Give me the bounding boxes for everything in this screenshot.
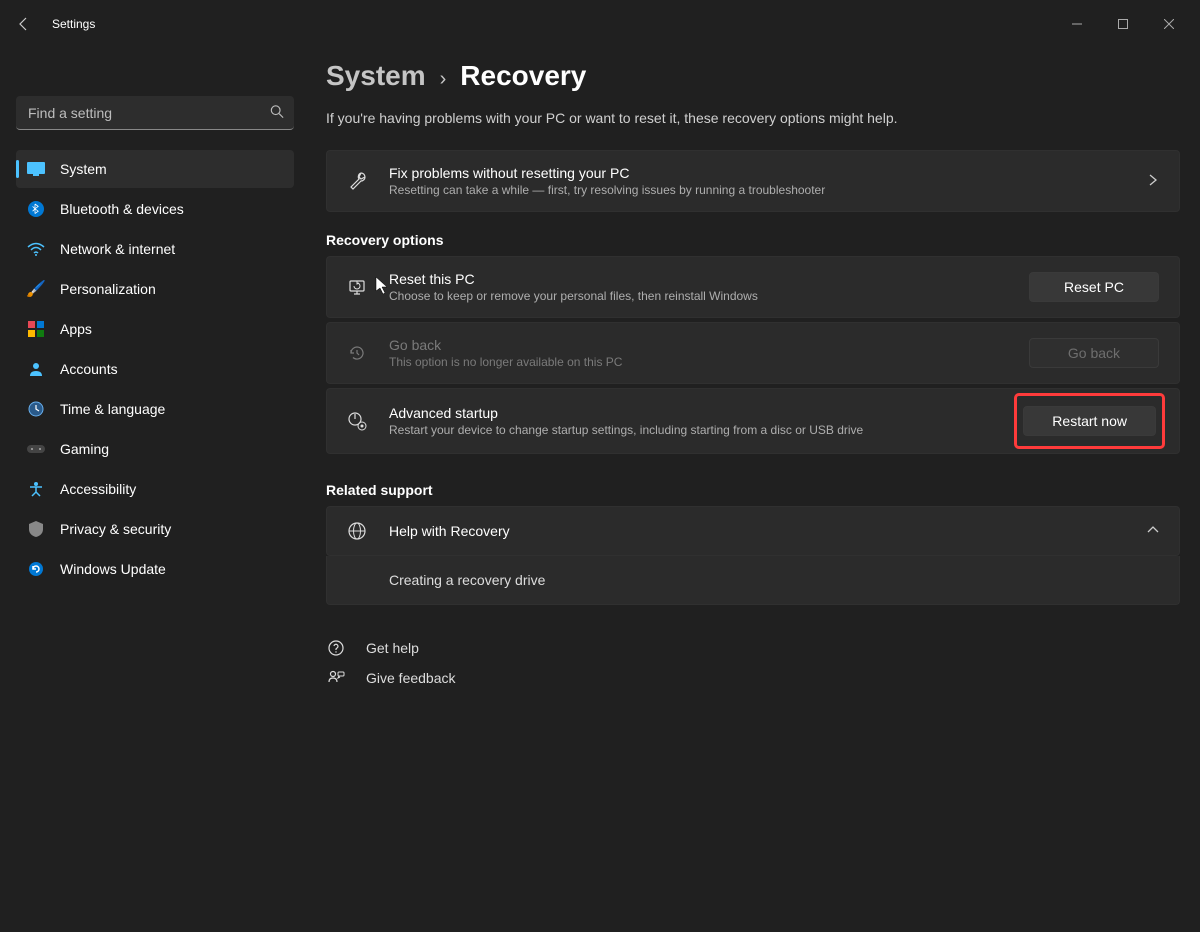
highlight-annotation: Restart now	[1014, 393, 1165, 449]
card-title: Go back	[389, 337, 1029, 353]
card-title: Reset this PC	[389, 271, 1029, 287]
sidebar-item-label: Windows Update	[60, 561, 166, 577]
section-heading-related: Related support	[326, 482, 1180, 498]
get-help-link[interactable]: Get help	[326, 633, 1180, 663]
reset-pc-card: Reset this PC Choose to keep or remove y…	[326, 256, 1180, 318]
sidebar-item-bluetooth[interactable]: Bluetooth & devices	[16, 190, 294, 228]
sidebar-item-privacy[interactable]: Privacy & security	[16, 510, 294, 548]
close-button[interactable]	[1146, 8, 1192, 40]
caption-controls	[1054, 8, 1192, 40]
advanced-startup-card: Advanced startup Restart your device to …	[326, 388, 1180, 454]
help-recovery-subitem[interactable]: Creating a recovery drive	[326, 556, 1180, 605]
titlebar: Settings	[0, 0, 1200, 48]
sidebar-item-label: Bluetooth & devices	[60, 201, 184, 217]
minimize-button[interactable]	[1054, 8, 1100, 40]
brush-icon: 🖌️	[26, 279, 46, 299]
gaming-icon	[26, 439, 46, 459]
reset-pc-icon	[347, 277, 367, 297]
sidebar-item-system[interactable]: System	[16, 150, 294, 188]
sidebar-item-gaming[interactable]: Gaming	[16, 430, 294, 468]
chevron-right-icon: ›	[440, 68, 447, 91]
sidebar-item-label: Accessibility	[60, 481, 136, 497]
sidebar-item-network[interactable]: Network & internet	[16, 230, 294, 268]
content: System › Recovery If you're having probl…	[310, 48, 1200, 932]
power-gear-icon	[347, 411, 367, 431]
person-icon	[26, 359, 46, 379]
globe-help-icon	[347, 521, 367, 541]
sidebar-item-label: Network & internet	[60, 241, 175, 257]
display-icon	[26, 159, 46, 179]
sidebar-item-label: Personalization	[60, 281, 156, 297]
give-feedback-link[interactable]: Give feedback	[326, 663, 1180, 693]
page-subtitle: If you're having problems with your PC o…	[326, 110, 1180, 126]
sidebar-item-time[interactable]: Time & language	[16, 390, 294, 428]
search-icon	[270, 105, 284, 122]
link-label: Get help	[366, 640, 419, 656]
search-input[interactable]	[16, 96, 294, 130]
card-subtitle: Restart your device to change startup se…	[389, 423, 1020, 437]
bluetooth-icon	[26, 199, 46, 219]
link-label: Give feedback	[366, 670, 456, 686]
support-links: Get help Give feedback	[326, 633, 1180, 693]
help-recovery-card[interactable]: Help with Recovery	[326, 506, 1180, 556]
card-subtitle: Choose to keep or remove your personal f…	[389, 289, 1029, 303]
back-button[interactable]	[8, 8, 40, 40]
maximize-button[interactable]	[1100, 8, 1146, 40]
sidebar-item-label: Privacy & security	[60, 521, 171, 537]
go-back-button: Go back	[1029, 338, 1159, 368]
breadcrumb-current: Recovery	[460, 60, 586, 92]
sidebar-item-label: Time & language	[60, 401, 165, 417]
sidebar-item-label: Accounts	[60, 361, 118, 377]
search-container	[16, 96, 294, 130]
breadcrumb: System › Recovery	[326, 60, 1180, 92]
card-title: Fix problems without resetting your PC	[389, 165, 1135, 181]
clock-icon	[26, 399, 46, 419]
card-title: Help with Recovery	[389, 523, 1135, 539]
sidebar-item-update[interactable]: Windows Update	[16, 550, 294, 588]
reset-pc-button[interactable]: Reset PC	[1029, 272, 1159, 302]
sidebar-item-apps[interactable]: Apps	[16, 310, 294, 348]
history-icon	[347, 343, 367, 363]
sidebar-item-label: System	[60, 161, 107, 177]
feedback-icon	[326, 669, 346, 687]
window-title: Settings	[52, 17, 95, 31]
chevron-right-icon	[1147, 173, 1159, 189]
card-subtitle: This option is no longer available on th…	[389, 355, 1029, 369]
go-back-card: Go back This option is no longer availab…	[326, 322, 1180, 384]
apps-icon	[26, 319, 46, 339]
sidebar-item-accounts[interactable]: Accounts	[16, 350, 294, 388]
section-heading-recovery: Recovery options	[326, 232, 1180, 248]
accessibility-icon	[26, 479, 46, 499]
wifi-icon	[26, 239, 46, 259]
nav-list: System Bluetooth & devices Network & int…	[16, 150, 294, 588]
breadcrumb-parent[interactable]: System	[326, 60, 426, 92]
sidebar-item-accessibility[interactable]: Accessibility	[16, 470, 294, 508]
card-title: Advanced startup	[389, 405, 1020, 421]
card-subtitle: Resetting can take a while — first, try …	[389, 183, 1135, 197]
chevron-up-icon	[1147, 523, 1159, 539]
wrench-icon	[347, 171, 367, 191]
sidebar-item-personalization[interactable]: 🖌️ Personalization	[16, 270, 294, 308]
help-icon	[326, 639, 346, 657]
restart-now-button[interactable]: Restart now	[1023, 406, 1156, 436]
fix-problems-card[interactable]: Fix problems without resetting your PC R…	[326, 150, 1180, 212]
sidebar-item-label: Gaming	[60, 441, 109, 457]
update-icon	[26, 559, 46, 579]
shield-icon	[26, 519, 46, 539]
sidebar-item-label: Apps	[60, 321, 92, 337]
sidebar: System Bluetooth & devices Network & int…	[0, 48, 310, 932]
